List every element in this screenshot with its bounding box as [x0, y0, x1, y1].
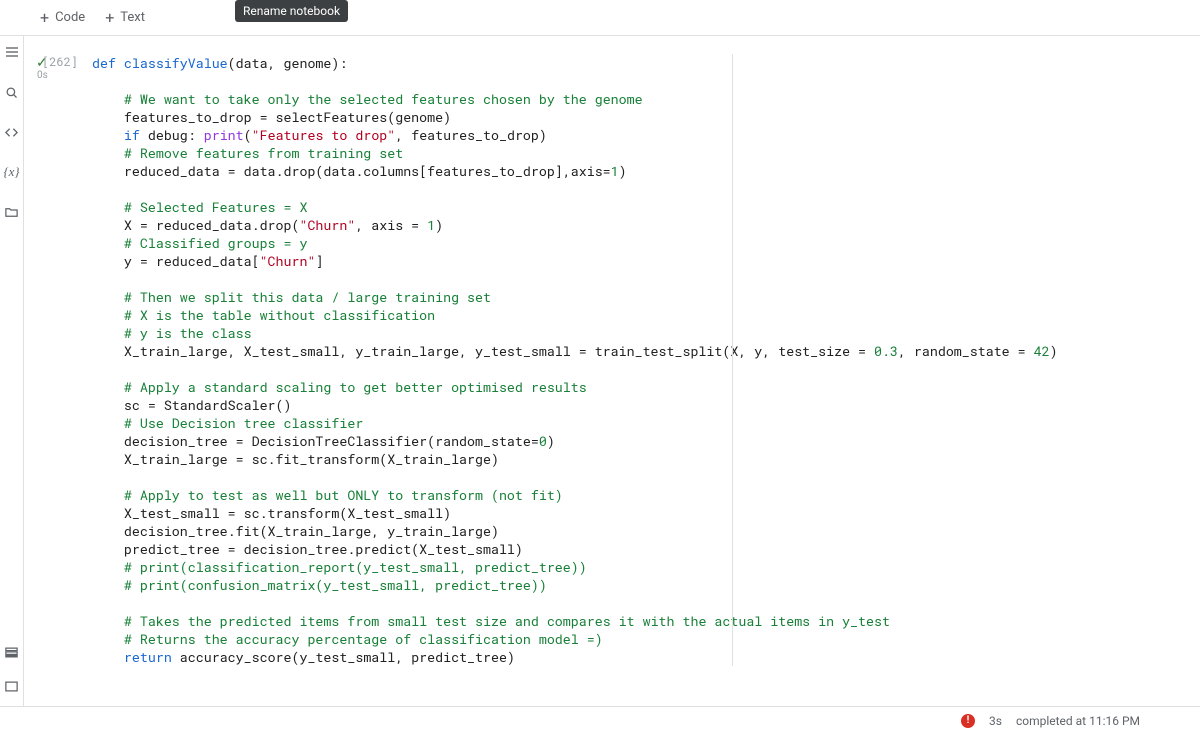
- exec-count: [262]: [40, 54, 78, 70]
- search-icon[interactable]: [4, 84, 20, 100]
- error-icon[interactable]: !: [961, 714, 975, 728]
- add-code-button[interactable]: + Code: [30, 6, 95, 30]
- status-duration: 3s: [989, 714, 1002, 728]
- add-code-label: Code: [55, 10, 85, 25]
- variables-icon[interactable]: {x}: [4, 164, 20, 180]
- rename-tooltip: Rename notebook: [235, 0, 348, 22]
- add-text-button[interactable]: + Text: [95, 6, 155, 30]
- column-guide: [732, 54, 733, 666]
- left-rail: {x}: [0, 36, 24, 706]
- cell-gutter: ✓ 0s: [36, 54, 84, 666]
- folder-icon[interactable]: [4, 204, 20, 220]
- plus-icon: +: [40, 10, 49, 26]
- code-editor[interactable]: def classifyValue(data, genome): # We wa…: [84, 54, 1194, 666]
- menu-icon[interactable]: [4, 44, 20, 60]
- terminal-icon[interactable]: [4, 678, 20, 694]
- code-wrap: [262] def classifyValue(data, genome): #…: [84, 54, 1194, 666]
- code-snippet-icon[interactable]: [4, 124, 20, 140]
- status-bar: ! 3s completed at 11:16 PM: [0, 706, 1200, 734]
- plus-icon: +: [105, 10, 114, 26]
- toolbar: + Code + Text Rename notebook: [0, 0, 1200, 36]
- notebook-area[interactable]: ✓ 0s [262] def classifyValue(data, genom…: [24, 36, 1200, 706]
- status-completed: completed at 11:16 PM: [1016, 714, 1140, 728]
- run-time: 0s: [36, 70, 48, 81]
- code-cell[interactable]: ✓ 0s [262] def classifyValue(data, genom…: [36, 54, 1194, 666]
- add-text-label: Text: [120, 10, 145, 25]
- command-palette-icon[interactable]: [4, 644, 20, 660]
- main-area: {x} ✓ 0s [262] def classifyValue(data, g: [0, 36, 1200, 706]
